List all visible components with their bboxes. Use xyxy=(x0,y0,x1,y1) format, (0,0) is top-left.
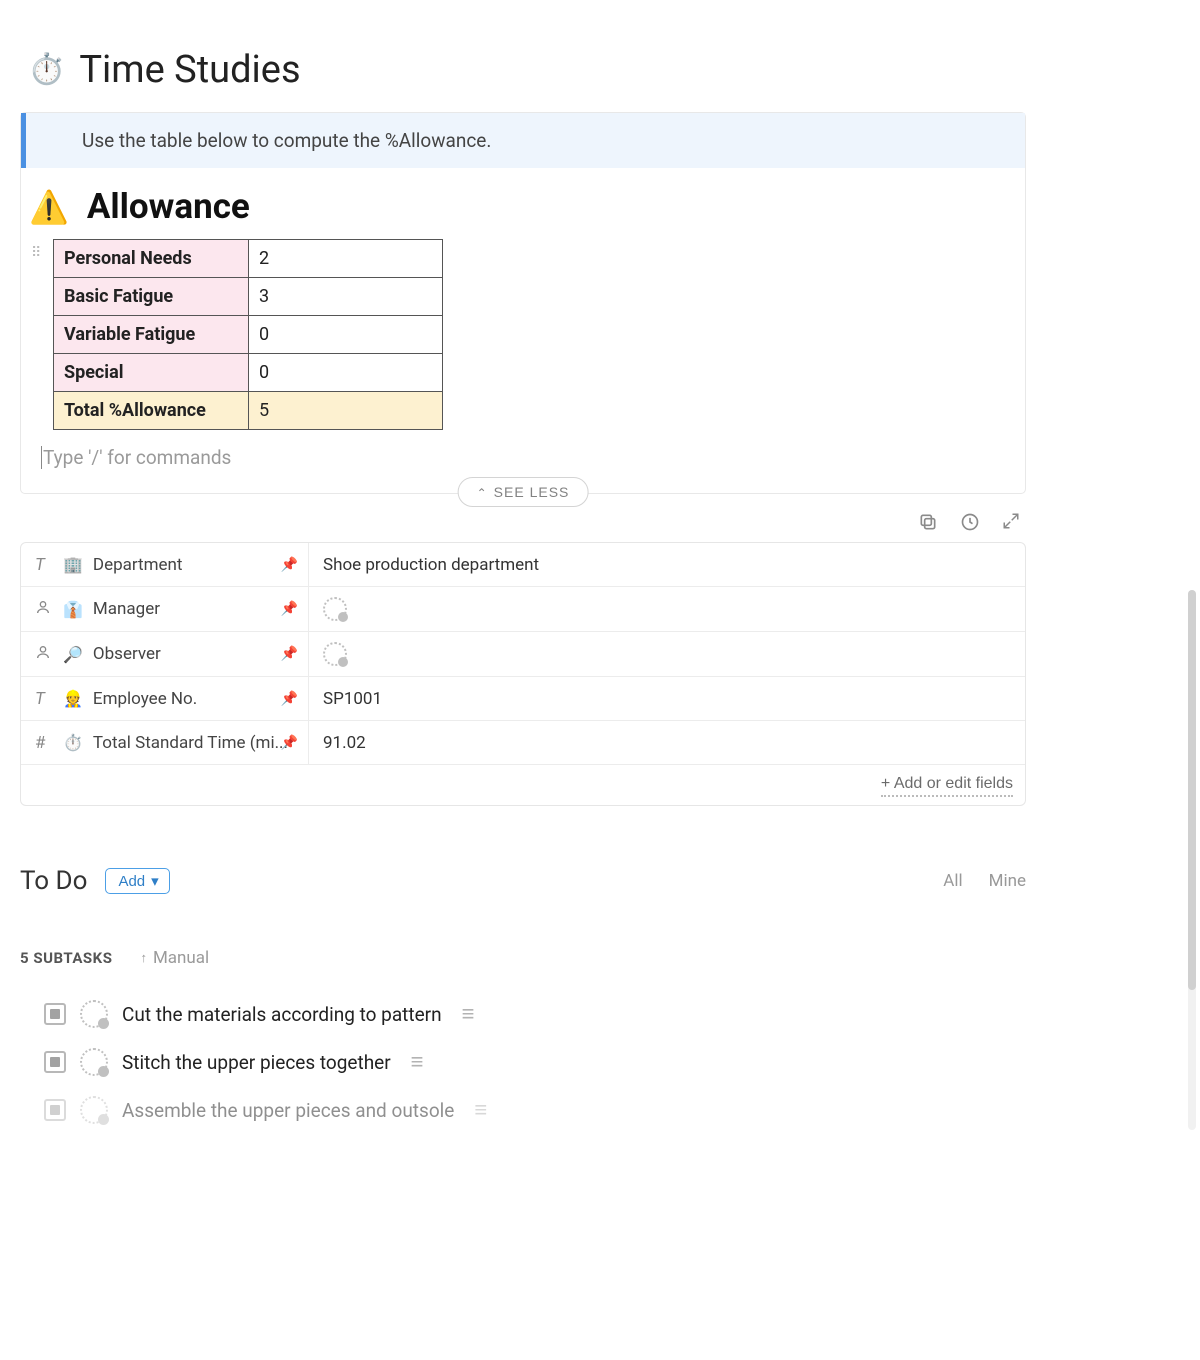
property-label[interactable]: # ⏱️ Total Standard Time (mi... 📌 xyxy=(21,721,309,764)
allowance-label[interactable]: Special xyxy=(54,354,249,392)
property-row-standard-time: # ⏱️ Total Standard Time (mi... 📌 91.02 xyxy=(21,721,1025,765)
table-row: Variable Fatigue 0 xyxy=(54,316,443,354)
allowance-total-label[interactable]: Total %Allowance xyxy=(54,392,249,430)
property-value[interactable]: SP1001 xyxy=(309,677,1025,720)
assignee-icon[interactable] xyxy=(80,1048,108,1076)
worker-icon: 👷 xyxy=(63,689,83,708)
pin-icon[interactable]: 📌 xyxy=(281,691,298,707)
pin-icon[interactable]: 📌 xyxy=(281,646,298,662)
number-field-icon: # xyxy=(35,733,53,753)
tab-mine[interactable]: Mine xyxy=(989,871,1026,891)
subtask-title[interactable]: Assemble the upper pieces and outsole xyxy=(122,1099,454,1122)
copy-icon[interactable] xyxy=(918,512,938,532)
property-label[interactable]: 🔎 Observer 📌 xyxy=(21,632,309,676)
property-row-employee-no: T 👷 Employee No. 📌 SP1001 xyxy=(21,677,1025,721)
callout-text: Use the table below to compute the %Allo… xyxy=(82,129,491,152)
property-label[interactable]: T 🏢 Department 📌 xyxy=(21,543,309,586)
table-row-total: Total %Allowance 5 xyxy=(54,392,443,430)
manager-icon: 👔 xyxy=(63,600,83,619)
property-value[interactable]: Shoe production department xyxy=(309,543,1025,586)
building-icon: 🏢 xyxy=(63,555,83,574)
table-row: Personal Needs 2 xyxy=(54,240,443,278)
drag-handle-icon[interactable]: ⠿ xyxy=(31,245,39,261)
property-row-manager: 👔 Manager 📌 xyxy=(21,587,1025,632)
magnifier-icon: 🔎 xyxy=(63,645,83,664)
property-row-department: T 🏢 Department 📌 Shoe production departm… xyxy=(21,543,1025,587)
chevron-up-icon: ⌃ xyxy=(477,486,488,500)
person-field-icon xyxy=(35,599,53,620)
history-icon[interactable] xyxy=(960,512,980,532)
allowance-heading: Allowance xyxy=(87,186,250,227)
subtask-row: Stitch the upper pieces together ≡ xyxy=(20,1038,1026,1086)
stopwatch-icon: ⏱️ xyxy=(28,55,65,85)
command-input[interactable]: Type '/' for commands xyxy=(21,430,1025,469)
property-value[interactable] xyxy=(309,587,1025,631)
checkbox[interactable] xyxy=(44,1099,66,1121)
subtask-title[interactable]: Cut the materials according to pattern xyxy=(122,1003,442,1026)
info-callout: Use the table below to compute the %Allo… xyxy=(21,113,1025,168)
properties-panel: T 🏢 Department 📌 Shoe production departm… xyxy=(20,542,1026,806)
sort-button[interactable]: ↑ Manual xyxy=(140,948,209,968)
chevron-down-icon: ▾ xyxy=(151,872,159,890)
warning-icon: ⚠️ xyxy=(29,188,69,226)
allowance-label[interactable]: Basic Fatigue xyxy=(54,278,249,316)
property-label[interactable]: T 👷 Employee No. 📌 xyxy=(21,677,309,720)
allowance-value[interactable]: 0 xyxy=(249,316,443,354)
add-fields-button[interactable]: + Add or edit fields xyxy=(881,773,1013,797)
arrow-up-icon: ↑ xyxy=(140,950,147,966)
add-subtask-button[interactable]: Add ▾ xyxy=(105,868,169,894)
scrollbar[interactable] xyxy=(1188,590,1196,1130)
property-label[interactable]: 👔 Manager 📌 xyxy=(21,587,309,631)
property-value[interactable] xyxy=(309,632,1025,676)
pin-icon[interactable]: 📌 xyxy=(281,735,298,751)
text-field-icon: T xyxy=(35,555,53,575)
pin-icon[interactable]: 📌 xyxy=(281,557,298,573)
allowance-value[interactable]: 2 xyxy=(249,240,443,278)
subtask-count: 5 SUBTASKS xyxy=(20,949,112,967)
pin-icon[interactable]: 📌 xyxy=(281,601,298,617)
table-row: Special 0 xyxy=(54,354,443,392)
assign-person-icon[interactable] xyxy=(323,642,347,666)
allowance-label[interactable]: Personal Needs xyxy=(54,240,249,278)
see-less-button[interactable]: ⌃SEE LESS xyxy=(458,477,589,507)
assign-person-icon[interactable] xyxy=(323,597,347,621)
table-row: Basic Fatigue 3 xyxy=(54,278,443,316)
tab-all[interactable]: All xyxy=(943,871,962,891)
subtask-row: Cut the materials according to pattern ≡ xyxy=(20,990,1026,1038)
allowance-value[interactable]: 3 xyxy=(249,278,443,316)
allowance-label[interactable]: Variable Fatigue xyxy=(54,316,249,354)
checkbox[interactable] xyxy=(44,1003,66,1025)
subtask-row: Assemble the upper pieces and outsole ≡ xyxy=(20,1086,1026,1134)
checkbox[interactable] xyxy=(44,1051,66,1073)
text-field-icon: T xyxy=(35,689,53,709)
content-card: Use the table below to compute the %Allo… xyxy=(20,112,1026,494)
stopwatch-icon: ⏱️ xyxy=(63,733,83,752)
person-field-icon xyxy=(35,644,53,665)
todo-heading: To Do xyxy=(20,866,87,896)
description-icon[interactable]: ≡ xyxy=(474,1097,486,1123)
assignee-icon[interactable] xyxy=(80,1000,108,1028)
description-icon[interactable]: ≡ xyxy=(411,1049,423,1075)
subtask-title[interactable]: Stitch the upper pieces together xyxy=(122,1051,391,1074)
expand-icon[interactable] xyxy=(1002,512,1020,532)
property-value[interactable]: 91.02 xyxy=(309,721,1025,764)
description-icon[interactable]: ≡ xyxy=(462,1001,474,1027)
allowance-value[interactable]: 0 xyxy=(249,354,443,392)
property-row-observer: 🔎 Observer 📌 xyxy=(21,632,1025,677)
assignee-icon[interactable] xyxy=(80,1096,108,1124)
allowance-table: Personal Needs 2 Basic Fatigue 3 Variabl… xyxy=(53,239,443,430)
allowance-total-value[interactable]: 5 xyxy=(249,392,443,430)
page-title: Time Studies xyxy=(79,48,300,92)
